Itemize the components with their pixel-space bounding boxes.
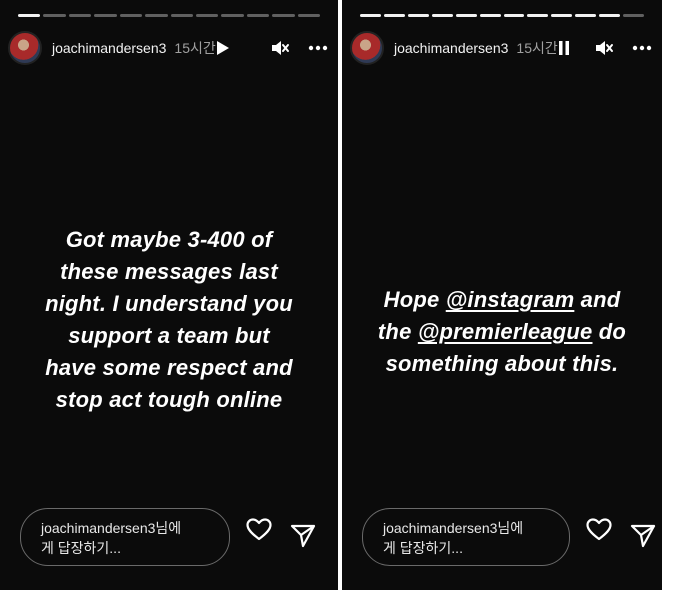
progress-segment: [221, 14, 244, 17]
reply-placeholder-line1: joachimandersen3님에: [383, 520, 524, 536]
pause-icon[interactable]: [558, 40, 570, 56]
send-icon[interactable]: [630, 522, 656, 548]
progress-segment: [479, 14, 501, 17]
caption-text: do: [592, 319, 627, 344]
mention-instagram-link[interactable]: @instagram: [446, 287, 575, 312]
reply-placeholder-line1: joachimandersen3님에: [41, 520, 182, 536]
reply-input[interactable]: joachimandersen3님에 게 답장하기...: [362, 508, 570, 566]
story-progress-bar: [18, 14, 321, 17]
progress-segment: [527, 14, 549, 17]
post-time: 15시간: [174, 40, 216, 56]
mute-icon[interactable]: [594, 39, 614, 57]
caption-line: have some respect and: [45, 355, 293, 380]
caption-line: night. I understand you: [45, 291, 293, 316]
progress-segment: [297, 14, 321, 17]
progress-segment: [195, 14, 219, 17]
progress-segment: [145, 14, 168, 17]
progress-segment: [455, 14, 477, 17]
caption-line: something about this.: [385, 351, 619, 376]
more-options-icon[interactable]: [308, 45, 328, 51]
mention-premierleague-link[interactable]: @premierleague: [418, 319, 593, 344]
progress-segment: [407, 14, 429, 17]
caption-line: support a team but: [68, 323, 270, 348]
caption-line: Hope @instagram and: [356, 284, 648, 316]
reply-placeholder-line2: 게 답장하기...: [41, 540, 121, 556]
progress-segment: [431, 14, 453, 17]
post-time: 15시간: [516, 40, 558, 56]
story-header: joachimandersen3 15시간: [350, 30, 652, 66]
progress-segment: [43, 14, 66, 17]
story-panel-2[interactable]: joachimandersen3 15시간 Hope @instagram an…: [342, 0, 662, 590]
story-progress-bar: [360, 14, 645, 17]
progress-segment: [119, 14, 143, 17]
story-caption: Got maybe 3-400 of these messages last n…: [0, 224, 338, 416]
progress-segment: [575, 14, 597, 17]
caption-text: Hope: [383, 287, 446, 312]
username-link[interactable]: joachimandersen3: [52, 40, 166, 56]
caption-text: the: [377, 319, 418, 344]
progress-segment: [68, 14, 92, 17]
progress-segment: [360, 14, 381, 17]
progress-segment: [383, 14, 405, 17]
caption-line: these messages last: [60, 259, 278, 284]
progress-segment: [503, 14, 525, 17]
caption-text: and: [574, 287, 621, 312]
progress-segment: [94, 14, 117, 17]
send-icon[interactable]: [290, 522, 316, 548]
story-panel-1[interactable]: joachimandersen3 15시간 Got maybe 3-400 of…: [0, 0, 338, 590]
progress-segment: [170, 14, 193, 17]
progress-segment: [599, 14, 621, 17]
reply-input[interactable]: joachimandersen3님에 게 답장하기...: [20, 508, 230, 566]
mute-icon[interactable]: [270, 39, 290, 57]
play-icon[interactable]: [216, 40, 230, 56]
story-caption: Hope @instagram and the @premierleague d…: [342, 284, 662, 380]
progress-segment: [246, 14, 270, 17]
progress-segment: [18, 14, 41, 17]
username-link[interactable]: joachimandersen3: [394, 40, 508, 56]
progress-segment: [623, 14, 645, 17]
heart-icon[interactable]: [586, 518, 612, 542]
progress-segment: [272, 14, 295, 17]
caption-line: stop act tough online: [55, 387, 283, 412]
avatar[interactable]: [8, 31, 42, 65]
avatar[interactable]: [350, 31, 384, 65]
story-header: joachimandersen3 15시간: [8, 30, 328, 66]
caption-line: the @premierleague do: [356, 316, 648, 348]
heart-icon[interactable]: [246, 518, 272, 542]
progress-segment: [551, 14, 573, 17]
reply-placeholder-line2: 게 답장하기...: [383, 540, 463, 556]
more-options-icon[interactable]: [632, 45, 652, 51]
caption-line: Got maybe 3-400 of: [65, 227, 273, 252]
